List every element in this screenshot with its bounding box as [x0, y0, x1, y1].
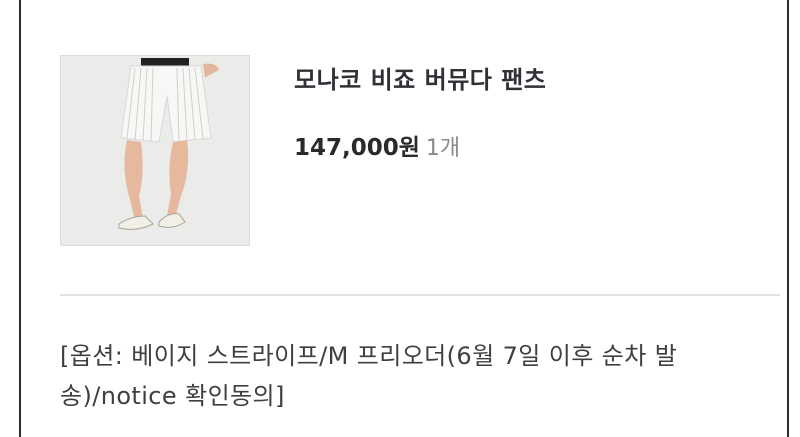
section-divider [60, 294, 780, 296]
product-price: 147,000원 [294, 135, 420, 161]
product-quantity: 1개 [425, 136, 461, 161]
product-photo-icon [61, 56, 249, 245]
selected-option-text: [옵션: 베이지 스트라이프/M 프리오더(6월 7일 이후 순차 발송)/no… [60, 342, 678, 410]
product-name[interactable]: 모나코 비죠 버뮤다 팬츠 [294, 60, 546, 95]
product-thumbnail[interactable] [60, 55, 250, 246]
price-row: 147,000원 1개 [294, 128, 460, 162]
